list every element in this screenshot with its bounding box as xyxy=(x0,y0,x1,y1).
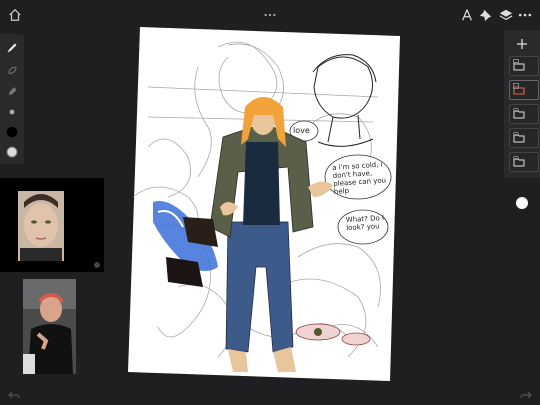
redo-icon[interactable] xyxy=(520,386,532,399)
layers-icon[interactable] xyxy=(497,6,515,24)
more-horizontal-icon[interactable] xyxy=(261,6,279,24)
brush-size-small[interactable] xyxy=(4,104,20,120)
reference-portrait-2[interactable] xyxy=(23,279,76,374)
reference-portrait-1[interactable] xyxy=(0,178,104,272)
layer-item-2[interactable] xyxy=(509,80,539,100)
layer-item-3[interactable] xyxy=(509,104,539,124)
more-icon[interactable] xyxy=(516,6,534,24)
brush-icon[interactable] xyxy=(4,40,20,56)
current-color-dot[interactable] xyxy=(516,197,528,209)
brush-size-large[interactable] xyxy=(4,124,20,140)
compass-icon[interactable] xyxy=(458,6,476,24)
drawing-canvas[interactable]: a i'm so cold, i don't have, please can … xyxy=(128,27,400,381)
layer-item-5[interactable] xyxy=(509,152,539,172)
layers-panel xyxy=(504,30,540,178)
speech-bubble-3: love xyxy=(293,126,310,135)
layer-item-1[interactable] xyxy=(509,56,539,76)
tool-rail xyxy=(0,34,24,164)
undo-icon[interactable] xyxy=(8,386,20,399)
speech-bubble-1: a i'm so cold, i don't have, please can … xyxy=(331,160,387,196)
plus-icon[interactable] xyxy=(515,36,529,50)
speech-bubble-2: What? Do I look? you xyxy=(345,214,385,233)
layer-item-4[interactable] xyxy=(509,128,539,148)
color-swatch[interactable] xyxy=(4,144,20,160)
pin-icon[interactable] xyxy=(477,6,495,24)
home-icon[interactable] xyxy=(6,6,24,24)
smudge-icon[interactable] xyxy=(4,62,20,78)
eraser-icon[interactable] xyxy=(4,82,20,98)
